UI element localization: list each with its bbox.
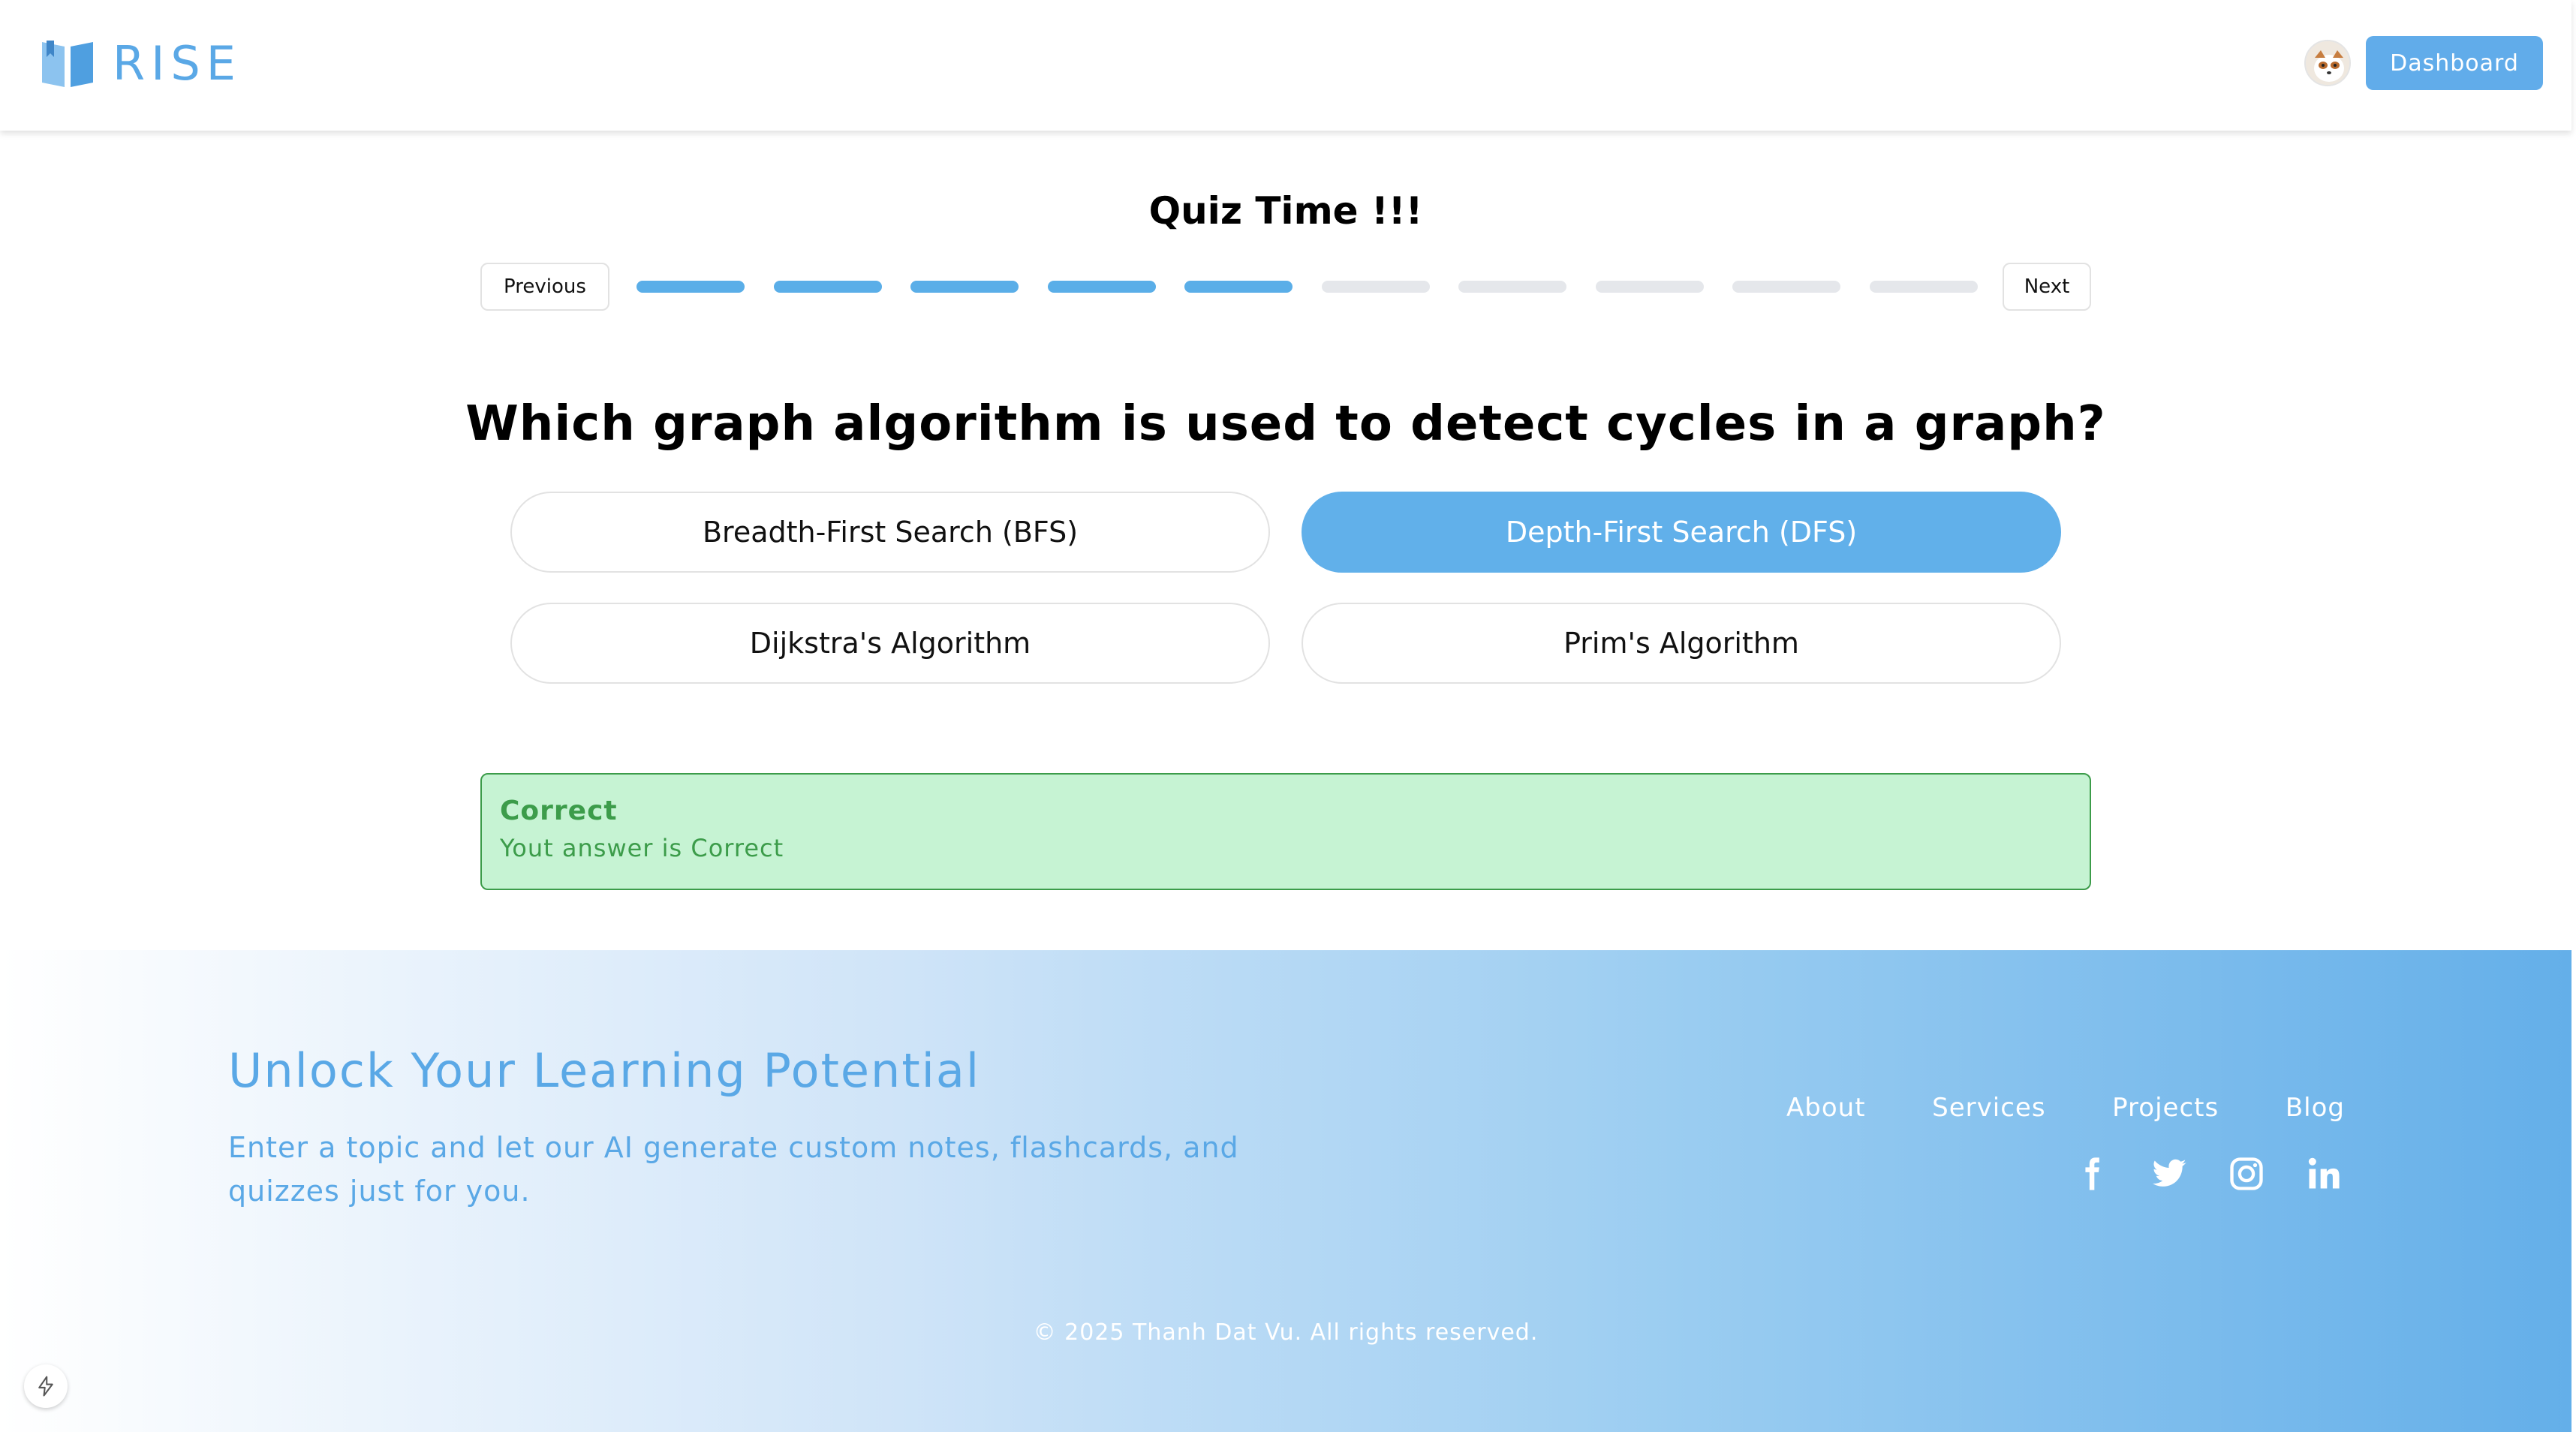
top-navbar: RISE Dashboard bbox=[0, 0, 2571, 131]
quiz-title: Quiz Time !!! bbox=[1148, 189, 1423, 233]
dev-tools-button[interactable] bbox=[24, 1364, 68, 1408]
lightning-bolt-icon bbox=[38, 1376, 53, 1397]
progress-segment bbox=[910, 281, 1019, 293]
logo-text: RISE bbox=[113, 36, 242, 91]
footer-link-services[interactable]: Services bbox=[1932, 1093, 2045, 1123]
footer-title: Unlock Your Learning Potential bbox=[228, 1043, 981, 1098]
linkedin-icon[interactable] bbox=[2303, 1153, 2345, 1195]
progress-segment bbox=[1047, 281, 1156, 293]
quiz-progress-bar bbox=[636, 281, 1978, 293]
instagram-icon[interactable] bbox=[2225, 1153, 2268, 1195]
progress-segment bbox=[1869, 281, 1978, 293]
facebook-icon[interactable] bbox=[2070, 1153, 2112, 1195]
progress-segment bbox=[1458, 281, 1566, 293]
twitter-icon[interactable] bbox=[2147, 1153, 2189, 1195]
avatar[interactable] bbox=[2304, 40, 2351, 86]
result-alert: Correct Yout answer is Correct bbox=[480, 773, 2091, 890]
answer-option-selected[interactable]: Depth-First Search (DFS) bbox=[1302, 492, 2061, 573]
copyright-text: © 2025 Thanh Dat Vu. All rights reserved… bbox=[1033, 1319, 1539, 1346]
answer-option[interactable]: Breadth-First Search (BFS) bbox=[510, 492, 1270, 573]
result-message: Yout answer is Correct bbox=[500, 834, 784, 862]
progress-segment bbox=[1595, 281, 1704, 293]
progress-segment bbox=[636, 281, 745, 293]
answer-option[interactable]: Dijkstra's Algorithm bbox=[510, 603, 1270, 684]
social-links bbox=[2070, 1151, 2345, 1196]
progress-segment bbox=[1184, 281, 1293, 293]
next-button[interactable]: Next bbox=[2003, 263, 2091, 311]
result-title: Correct bbox=[500, 796, 618, 826]
footer-link-projects[interactable]: Projects bbox=[2112, 1093, 2219, 1123]
previous-button[interactable]: Previous bbox=[480, 263, 609, 311]
footer-links: About Services Projects Blog bbox=[1786, 1093, 2345, 1123]
progress-segment bbox=[773, 281, 882, 293]
logo[interactable]: RISE bbox=[39, 36, 242, 91]
footer-link-about[interactable]: About bbox=[1786, 1093, 1866, 1123]
question-text: Which graph algorithm is used to detect … bbox=[465, 396, 2106, 452]
footer-description: Enter a topic and let our AI generate cu… bbox=[228, 1131, 1239, 1208]
footer: Unlock Your Learning Potential Enter a t… bbox=[0, 950, 2571, 1432]
dashboard-button[interactable]: Dashboard bbox=[2366, 36, 2543, 90]
book-logo-icon bbox=[42, 40, 93, 87]
progress-segment bbox=[1732, 281, 1840, 293]
footer-link-blog[interactable]: Blog bbox=[2286, 1093, 2345, 1123]
user-avatar-image bbox=[2306, 41, 2349, 85]
answer-option[interactable]: Prim's Algorithm bbox=[1302, 603, 2061, 684]
progress-segment bbox=[1321, 281, 1430, 293]
